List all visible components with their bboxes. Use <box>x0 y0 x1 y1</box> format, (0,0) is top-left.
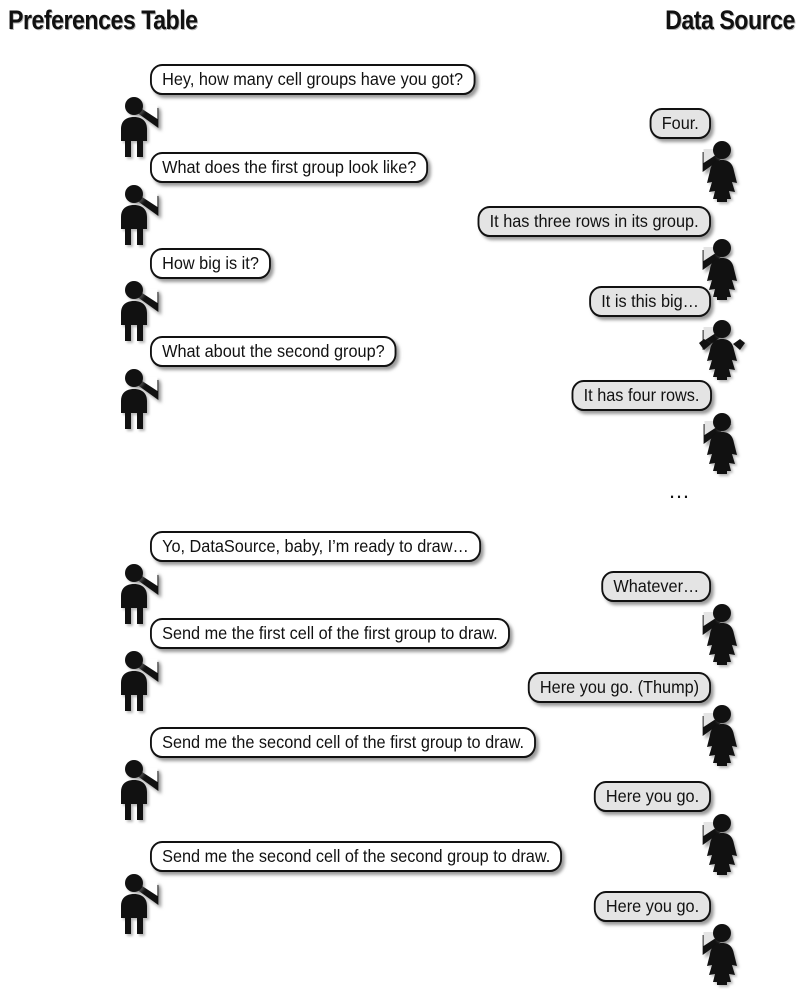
male-figure-icon <box>112 280 156 342</box>
female-figure-icon <box>700 603 744 665</box>
speech-bubble-left: How big is it? <box>130 248 271 312</box>
speech-bubble-left: Send me the first cell of the first grou… <box>130 618 510 682</box>
speech-bubble-left: What about the second group? <box>130 336 397 400</box>
speech-bubble-text: It is this big… <box>601 291 699 311</box>
speech-bubble-text: It has three rows in its group. <box>489 211 699 231</box>
speech-bubble-text: Hey, how many cell groups have you got? <box>162 69 464 89</box>
speech-bubble-right: Whatever… <box>600 571 731 635</box>
speech-bubble-text: How big is it? <box>162 253 259 273</box>
conversation-diagram: Preferences Table Data Source Hey, how m… <box>0 0 801 1000</box>
speech-bubble-right: It is this big… <box>589 286 731 350</box>
column-header-data-source: Data Source <box>665 5 795 35</box>
speech-bubble-text: Here you go. (Thump) <box>539 677 699 697</box>
speech-bubble-text: Here you go. <box>605 896 699 916</box>
speech-bubble-right: Four. <box>649 108 731 172</box>
speech-bubble-text: Yo, DataSource, baby, I’m ready to draw… <box>162 536 469 556</box>
female-figure-icon <box>700 704 744 766</box>
speech-bubble-left: What does the first group look like? <box>130 152 429 216</box>
speech-bubble-text: Four. <box>661 113 699 133</box>
speech-bubble-left: Yo, DataSource, baby, I’m ready to draw… <box>130 531 481 595</box>
conversation-continues-ellipsis: … <box>668 478 693 503</box>
column-header-preferences-table: Preferences Table <box>8 5 198 35</box>
speech-bubble-right: Here you go. <box>593 781 731 845</box>
male-figure-icon <box>112 650 156 712</box>
female-figure-icon <box>700 813 744 875</box>
speech-bubble-right: It has four rows. <box>571 380 731 444</box>
male-figure-icon <box>112 368 156 430</box>
male-figure-icon <box>112 873 156 935</box>
female-figure-icon <box>700 412 744 474</box>
speech-bubble-left: Send me the second cell of the second gr… <box>130 841 563 905</box>
speech-bubble-text: What about the second group? <box>162 341 385 361</box>
male-figure-icon <box>112 96 156 158</box>
speech-bubble-left: Hey, how many cell groups have you got? <box>130 64 476 128</box>
speech-bubble-left: Send me the second cell of the first gro… <box>130 727 537 791</box>
speech-bubble-text: Here you go. <box>605 786 699 806</box>
female-figure-icon <box>700 140 744 202</box>
speech-bubble-right: Here you go. <box>593 891 731 955</box>
female-figure-icon <box>700 923 744 985</box>
speech-bubble-text: Whatever… <box>612 576 699 596</box>
male-figure-icon <box>112 759 156 821</box>
speech-bubble-text: Send me the second cell of the second gr… <box>162 846 551 866</box>
speech-bubble-right: Here you go. (Thump) <box>527 672 731 736</box>
speech-bubble-text: Send me the second cell of the first gro… <box>162 732 524 752</box>
speech-bubble-text: Send me the first cell of the first grou… <box>162 623 498 643</box>
speech-bubble-right: It has three rows in its group. <box>477 206 731 270</box>
male-figure-icon <box>112 184 156 246</box>
speech-bubble-text: It has four rows. <box>583 385 699 405</box>
female-figure-arms-raised-icon <box>694 318 750 380</box>
male-figure-icon <box>112 563 156 625</box>
speech-bubble-text: What does the first group look like? <box>162 157 417 177</box>
